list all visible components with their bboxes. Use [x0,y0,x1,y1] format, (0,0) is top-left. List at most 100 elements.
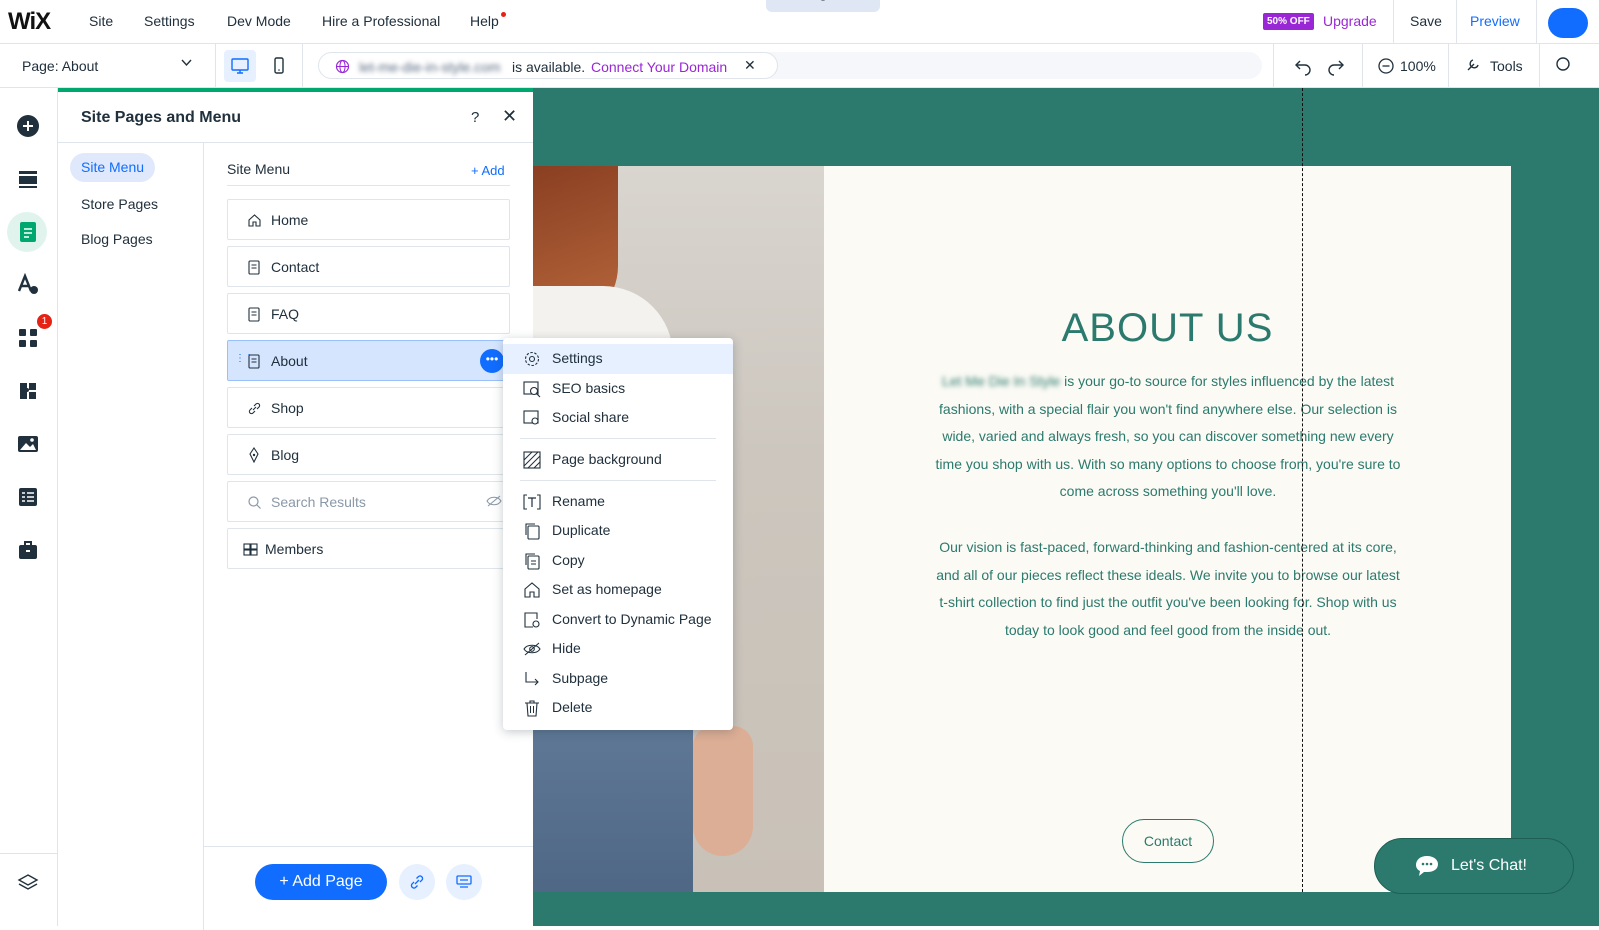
menu-item-copy[interactable]: Copy [503,546,733,576]
close-icon[interactable]: ✕ [744,57,756,74]
divider [1456,0,1457,44]
search-icon [246,494,262,510]
page-icon [246,353,262,369]
search-icon[interactable] [1555,56,1573,74]
design-icon[interactable] [13,270,43,300]
copy-icon [522,552,542,570]
add-link-button[interactable] [399,864,435,900]
menu-item-social-share[interactable]: Social share [503,403,733,433]
preview-button[interactable]: Preview [1470,13,1520,29]
pages-icon[interactable] [13,217,43,247]
subpage-arrow-icon [522,670,542,688]
page-item-blog[interactable]: Blog [227,434,510,475]
menu-item-seo-basics[interactable]: SEO basics [503,374,733,404]
chevron-down-icon[interactable] [180,56,193,72]
media-icon[interactable] [13,429,43,459]
divider [58,142,533,143]
page-item-members[interactable]: Members [227,528,510,569]
menu-item-delete[interactable]: Delete [503,693,733,723]
menu-item-convert-to-dynamic[interactable]: Convert to Dynamic Page [503,605,733,635]
lets-chat-button[interactable]: Let's Chat! [1374,838,1574,894]
add-page-button[interactable]: + Add Page [255,864,387,900]
section-icon [456,875,472,888]
collapse-toolbar-handle[interactable]: ˆ [766,0,880,12]
domain-name: let-me-die-in-style.com [359,59,501,75]
page-item-contact[interactable]: Contact [227,246,510,287]
about-paragraph-2[interactable]: Our vision is fast-paced, forward-thinki… [934,534,1402,644]
undo-icon[interactable] [1292,56,1314,76]
desktop-view-button[interactable] [224,50,256,82]
contact-button[interactable]: Contact [1122,819,1214,863]
category-blog-pages[interactable]: Blog Pages [81,231,153,247]
divider [1273,44,1274,88]
add-section-icon[interactable] [13,164,43,194]
close-icon[interactable]: ✕ [502,106,517,127]
nav-help[interactable]: Help [470,13,499,29]
page-item-search-results[interactable]: Search Results [227,481,510,522]
about-section[interactable]: ABOUT US Let Me Die In Style is your go-… [824,166,1511,892]
about-paragraph-1[interactable]: Let Me Die In Style is your go-to source… [934,368,1402,506]
page-context-menu: Settings SEO basics Social share Page ba… [503,338,733,730]
category-store-pages[interactable]: Store Pages [81,196,158,212]
wix-logo[interactable]: WiX [8,8,51,36]
chat-button-label: Let's Chat! [1451,857,1527,874]
zoom-level[interactable]: 100% [1400,58,1436,74]
menu-item-label: Hide [552,640,581,656]
business-apps-icon[interactable] [13,376,43,406]
site-menu-heading: Site Menu [227,161,291,177]
save-button[interactable]: Save [1410,13,1442,29]
menu-item-label: Set as homepage [552,581,662,597]
nav-dev-mode[interactable]: Dev Mode [227,13,291,29]
apps-icon[interactable] [13,323,43,353]
mobile-view-button[interactable] [263,50,295,82]
divider [520,480,716,481]
menu-item-label: Social share [552,409,630,425]
left-rail: 1 [0,88,58,926]
zoom-out-icon[interactable] [1377,57,1395,75]
page-item-label: Shop [271,400,304,416]
cms-icon[interactable] [13,482,43,512]
menu-item-label: Convert to Dynamic Page [552,611,712,627]
nav-settings[interactable]: Settings [144,13,195,29]
tools-button[interactable]: Tools [1490,58,1523,74]
upgrade-link[interactable]: Upgrade [1323,13,1377,29]
page-item-label: Contact [271,259,320,275]
more-actions-icon[interactable]: ••• [480,349,504,373]
menu-item-label: Settings [552,350,603,366]
help-icon[interactable]: ? [471,109,479,126]
page-item-label: FAQ [271,306,300,322]
about-heading[interactable]: ABOUT US [824,306,1511,351]
menu-item-subpage[interactable]: Subpage [503,664,733,694]
divider [1362,44,1363,88]
menu-item-label: Page background [552,451,662,467]
divider [215,44,216,88]
nav-site[interactable]: Site [89,13,113,29]
menu-item-duplicate[interactable]: Duplicate [503,516,733,546]
page-selector[interactable]: Page: About [22,58,98,74]
add-elements-icon[interactable] [13,111,43,141]
publish-button[interactable] [1548,8,1588,38]
menu-item-set-as-homepage[interactable]: Set as homepage [503,575,733,605]
redo-icon[interactable] [1325,56,1347,76]
category-site-menu[interactable]: Site Menu [70,153,156,182]
add-section-link-button[interactable] [446,864,482,900]
page-item-about[interactable]: ⋮⋮ About ••• [227,340,510,381]
domain-bar: let-me-die-in-style.com is available. Co… [318,52,1262,79]
portfolio-icon[interactable] [13,535,43,565]
menu-item-settings[interactable]: Settings [503,344,733,374]
gear-icon [522,350,542,368]
menu-item-label: SEO basics [552,380,626,396]
layers-icon[interactable] [13,868,43,898]
page-item-shop[interactable]: Shop [227,387,510,428]
page-icon [246,306,262,322]
add-menu-item-link[interactable]: + Add [471,163,505,178]
divider [1539,44,1540,88]
connect-domain-link[interactable]: Connect Your Domain [591,59,727,75]
menu-item-rename[interactable]: Rename [503,487,733,517]
nav-hire-professional[interactable]: Hire a Professional [322,13,440,29]
page-item-faq[interactable]: FAQ [227,293,510,334]
menu-item-hide[interactable]: Hide [503,634,733,664]
help-notification-dot [501,12,506,17]
menu-item-page-background[interactable]: Page background [503,445,733,475]
page-item-home[interactable]: Home [227,199,510,240]
